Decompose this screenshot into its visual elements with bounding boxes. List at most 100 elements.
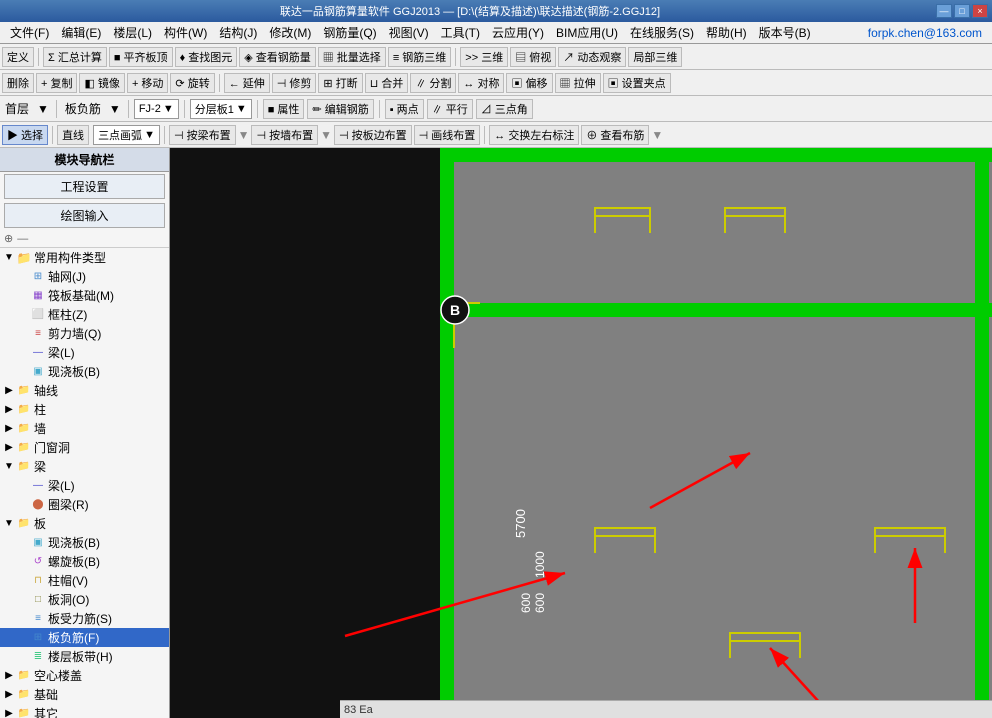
tree-floorstrip[interactable]: ≣ 楼层板带(H) (0, 647, 169, 666)
tree-slab2[interactable]: ▼ 📁 板 (0, 514, 169, 533)
define-button[interactable]: 定义 (2, 47, 34, 67)
split-button[interactable]: ∥ 分割 (410, 73, 456, 93)
fj-dropdown[interactable]: FJ-2 ▼ (134, 99, 179, 119)
arc-dropdown[interactable]: 三点画弧 ▼ (93, 125, 160, 145)
two-point-button[interactable]: ▪ 两点 (385, 99, 424, 119)
stretch-button[interactable]: ▦ 拉伸 (555, 73, 601, 93)
expand-other[interactable]: ▶ (2, 708, 16, 718)
expand-wall2[interactable]: ▶ (2, 423, 16, 434)
expand-axis[interactable]: ▶ (2, 385, 16, 396)
edit-steel-button[interactable]: ✏ 编辑钢筋 (307, 99, 373, 119)
expand-beam2[interactable]: ▼ (2, 461, 16, 472)
menu-bim[interactable]: BIM应用(U) (550, 22, 624, 43)
trim-button[interactable]: ⊣ 修剪 (272, 73, 317, 93)
tree-spiral[interactable]: ↺ 螺旋板(B) (0, 552, 169, 571)
menu-online[interactable]: 在线服务(S) (624, 22, 700, 43)
tree-door[interactable]: ▶ 📁 门窗洞 (0, 438, 169, 457)
tree-axis[interactable]: ▶ 📁 轴线 (0, 381, 169, 400)
sidebar-tool2[interactable]: — (17, 233, 28, 245)
expand-common[interactable]: ▼ (2, 252, 16, 263)
drawing-input-button[interactable]: 绘图输入 (4, 203, 165, 228)
delete-button[interactable]: 删除 (2, 73, 34, 93)
offset-button[interactable]: ▣ 偏移 (506, 73, 552, 93)
line-button[interactable]: 直线 (57, 125, 89, 145)
parallel-button[interactable]: ∥ 平行 (427, 99, 473, 119)
rotate-button[interactable]: ⟳ 旋转 (170, 73, 214, 93)
tree-hollow[interactable]: ▶ 📁 空心楼盖 (0, 666, 169, 685)
tree-wall2[interactable]: ▶ 📁 墙 (0, 419, 169, 438)
tree-postcap[interactable]: ⊓ 柱帽(V) (0, 571, 169, 590)
menu-help[interactable]: 帮助(H) (700, 22, 753, 43)
tree-beam[interactable]: — 梁(L) (0, 343, 169, 362)
maximize-button[interactable]: □ (954, 4, 970, 18)
expand-col2[interactable]: ▶ (2, 404, 16, 415)
tree-tension[interactable]: ≡ 板受力筋(S) (0, 609, 169, 628)
dynamic-view-button[interactable]: ↗ 动态观察 (558, 47, 626, 67)
menu-file[interactable]: 文件(F) (4, 22, 55, 43)
grip-button[interactable]: ▣ 设置夹点 (603, 73, 671, 93)
menu-edit[interactable]: 编辑(E) (55, 22, 107, 43)
tree-grid[interactable]: ⊞ 轴网(J) (0, 267, 169, 286)
tree-column[interactable]: ⬜ 框柱(Z) (0, 305, 169, 324)
merge-button[interactable]: ⊔ 合并 (365, 73, 409, 93)
menu-component[interactable]: 构件(W) (158, 22, 213, 43)
menu-structure[interactable]: 结构(J) (213, 22, 263, 43)
folder6-icon: 📁 (16, 460, 32, 474)
extend-button[interactable]: ← 延伸 (224, 73, 270, 93)
line-layout-button[interactable]: ⊣ 画线布置 (414, 125, 481, 145)
3d-button[interactable]: >> 三维 (460, 47, 508, 67)
tree-ring[interactable]: ⬤ 圈梁(R) (0, 495, 169, 514)
steel-3d-button[interactable]: ≡ 钢筋三维 (388, 47, 451, 67)
wall-layout-button[interactable]: ⊣ 按墙布置 (251, 125, 318, 145)
local-3d-button[interactable]: 局部三维 (628, 47, 682, 67)
menu-tool[interactable]: 工具(T) (435, 22, 486, 43)
expand-hollow[interactable]: ▶ (2, 670, 16, 681)
menu-cloud[interactable]: 云应用(Y) (486, 22, 550, 43)
tree-other[interactable]: ▶ 📁 其它 (0, 704, 169, 718)
expand-slab2[interactable]: ▼ (2, 518, 16, 529)
tree-cast[interactable]: ▣ 现浇板(B) (0, 533, 169, 552)
select-button[interactable]: ▶ 选择 (2, 125, 48, 145)
project-settings-button[interactable]: 工程设置 (4, 174, 165, 199)
menu-view[interactable]: 视图(V) (383, 22, 435, 43)
menu-version[interactable]: 版本号(B) (753, 22, 817, 43)
tree-opening[interactable]: □ 板洞(O) (0, 590, 169, 609)
batch-select-button[interactable]: ▦ 批量选择 (318, 47, 386, 67)
menu-steel[interactable]: 钢筋量(Q) (317, 22, 382, 43)
tree-foundation[interactable]: ▶ 📁 基础 (0, 685, 169, 704)
tree-slab[interactable]: ▣ 现浇板(B) (0, 362, 169, 381)
mirror-button[interactable]: ◧ 镜像 (79, 73, 124, 93)
canvas-area[interactable]: B A 5700 600 600 1000 600 Y 83 Ea (170, 148, 992, 718)
sidebar-tool1[interactable]: ⊕ (4, 232, 13, 245)
close-button[interactable]: × (972, 4, 988, 18)
tree-shear[interactable]: ≡ 剪力墙(Q) (0, 324, 169, 343)
three-point-button[interactable]: ⊿ 三点角 (476, 99, 533, 119)
view-bars-button[interactable]: ⊕ 查看布筋 (581, 125, 649, 145)
tree-beam2[interactable]: ▼ 📁 梁 (0, 457, 169, 476)
sum-button[interactable]: Σ 汇总计算 (43, 47, 107, 67)
move-button[interactable]: + 移动 (127, 73, 168, 93)
sym-button[interactable]: ↔ 对称 (458, 73, 504, 93)
properties-button[interactable]: ■ 属性 (263, 99, 305, 119)
flat-top-button[interactable]: ■ 平齐板顶 (109, 47, 173, 67)
tree-beam2a[interactable]: — 梁(L) (0, 476, 169, 495)
view-steel-button[interactable]: ◈ 查看钢筋量 (239, 47, 316, 67)
find-button[interactable]: ♦ 查找图元 (175, 47, 238, 67)
break-button[interactable]: ⊞ 打断 (318, 73, 362, 93)
swap-lr-button[interactable]: ↔ 交换左右标注 (489, 125, 579, 145)
layer-dropdown[interactable]: 分层板1 ▼ (190, 99, 252, 119)
top-view-button[interactable]: ▤ 俯视 (510, 47, 556, 67)
beam-layout-button[interactable]: ⊣ 按梁布置 (169, 125, 236, 145)
minimize-button[interactable]: — (936, 4, 952, 18)
tree-negbar[interactable]: ⊞ 板负筋(F) (0, 628, 169, 647)
board-layout-button[interactable]: ⊣ 按板边布置 (334, 125, 412, 145)
status-text: 83 Ea (344, 704, 373, 716)
expand-door[interactable]: ▶ (2, 442, 16, 453)
tree-col2[interactable]: ▶ 📁 柱 (0, 400, 169, 419)
tree-base[interactable]: ▦ 筏板基础(M) (0, 286, 169, 305)
copy-button[interactable]: + 复制 (36, 73, 77, 93)
menu-floor[interactable]: 楼层(L) (107, 22, 158, 43)
tree-common[interactable]: ▼ 📁 常用构件类型 (0, 248, 169, 267)
menu-modify[interactable]: 修改(M) (263, 22, 317, 43)
expand-foundation[interactable]: ▶ (2, 689, 16, 700)
